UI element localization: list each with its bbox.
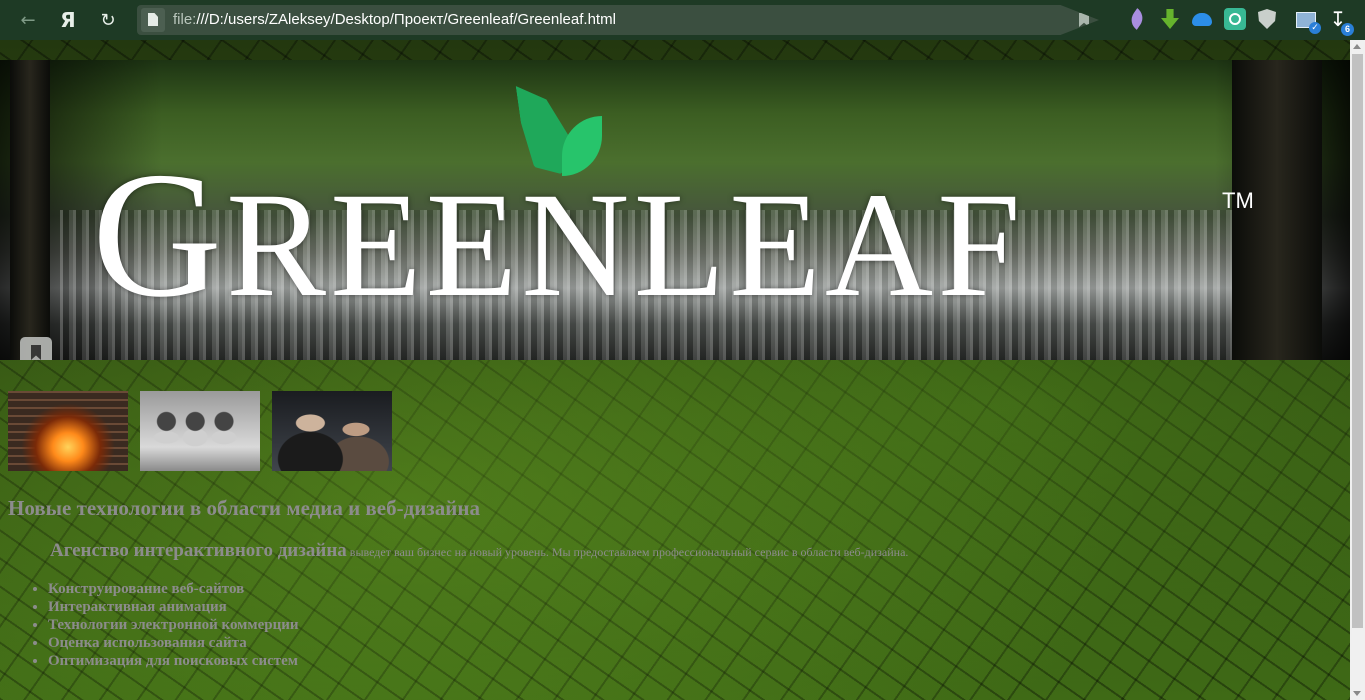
list-item: Оптимизация для поисковых систем xyxy=(48,652,299,670)
address-path: ///D:/users/ZAleksey/Desktop/Проект/Gree… xyxy=(196,11,616,28)
hero-banner: GREENLEAF TM xyxy=(0,60,1350,360)
brand-rest: REENLEAF xyxy=(226,162,1025,328)
shield-extension-icon[interactable] xyxy=(1256,8,1278,30)
thumbnail-people[interactable] xyxy=(272,391,392,471)
bookmark-icon[interactable] xyxy=(1079,13,1089,27)
intro-strong-text: Агенство интерактивного дизайна xyxy=(50,540,347,561)
list-item: Технологии электронной коммерции xyxy=(48,616,299,634)
yandex-icon[interactable]: Я xyxy=(54,6,82,34)
page-icon[interactable] xyxy=(141,8,165,32)
page-viewport: GREENLEAF TM Новые технологии в области … xyxy=(0,40,1350,700)
vertical-scrollbar[interactable] xyxy=(1350,40,1365,700)
download-extension-icon[interactable] xyxy=(1159,8,1181,30)
intro-paragraph: Агенство интерактивного дизайна выведет … xyxy=(50,540,908,562)
thumbnail-toys[interactable] xyxy=(140,391,260,471)
cloud-extension-icon[interactable] xyxy=(1191,8,1213,30)
address-scheme: file: xyxy=(173,11,197,28)
page-headline: Новые технологии в области медиа и веб-д… xyxy=(8,496,480,520)
tree-left xyxy=(10,60,50,360)
address-bar[interactable]: file:///D:/users/ZAleksey/Desktop/Проект… xyxy=(137,5,1099,35)
brand-first-letter: G xyxy=(92,135,226,334)
intro-rest-text: выведет ваш бизнес на новый уровень. Мы … xyxy=(346,545,909,559)
reload-icon[interactable]: ↻ xyxy=(94,6,122,34)
download-count-badge: 6 xyxy=(1341,23,1354,36)
brand-logo-text: GREENLEAF xyxy=(92,145,1252,325)
check-badge-icon: ✓ xyxy=(1309,22,1321,34)
scroll-thumb[interactable] xyxy=(1352,54,1363,628)
save-bookmark-button[interactable] xyxy=(20,337,52,360)
scroll-down-arrow-icon[interactable] xyxy=(1353,691,1361,696)
list-item: Оценка использования сайта xyxy=(48,634,299,652)
list-item: Конструирование веб-сайтов xyxy=(48,580,299,598)
back-icon[interactable]: ← xyxy=(14,6,42,34)
services-list: Конструирование веб-сайтов Интерактивная… xyxy=(8,580,299,670)
q-extension-icon[interactable] xyxy=(1224,8,1246,30)
feather-extension-icon[interactable] xyxy=(1127,8,1149,30)
address-text[interactable]: file:///D:/users/ZAleksey/Desktop/Проект… xyxy=(173,11,616,28)
thumbnail-fireplace[interactable] xyxy=(8,391,128,471)
trademark-mark: TM xyxy=(1222,188,1254,213)
browser-toolbar: ← Я ↻ file:///D:/users/ZAleksey/Desktop/… xyxy=(0,0,1365,40)
list-item: Интерактивная анимация xyxy=(48,598,299,616)
scroll-up-arrow-icon[interactable] xyxy=(1353,44,1361,49)
